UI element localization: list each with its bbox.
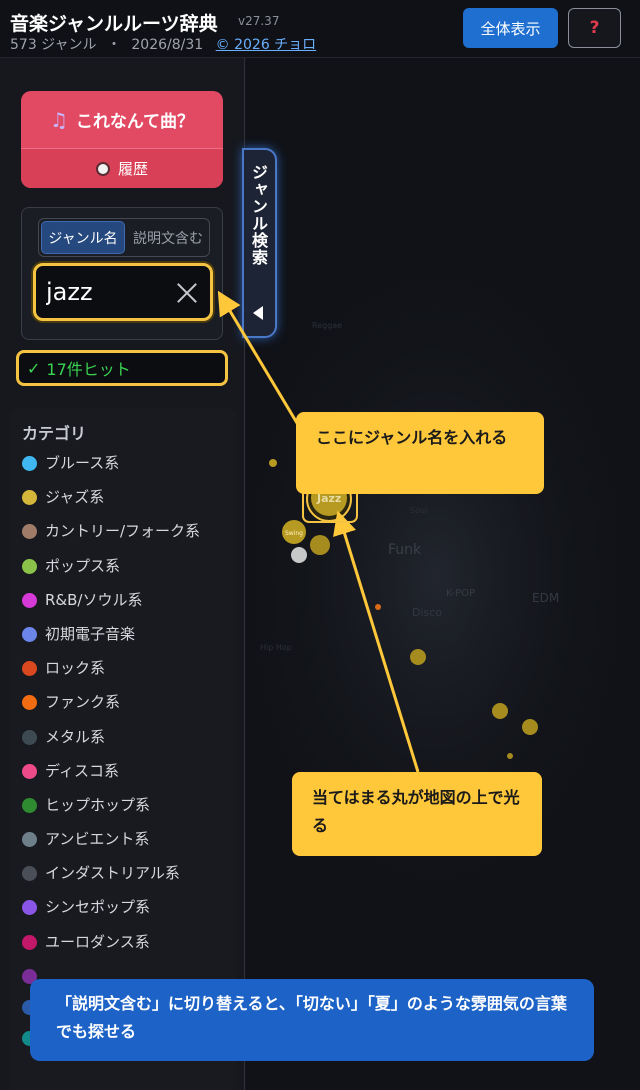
- jazz-node-5[interactable]: [410, 649, 426, 665]
- mode-genre-name[interactable]: ジャンル名: [41, 221, 125, 254]
- category-item[interactable]: アンビエント系: [22, 828, 232, 850]
- map-label-funk: Funk: [388, 542, 422, 558]
- genre-search-tab-label: ジャンル検索: [249, 164, 268, 266]
- category-item[interactable]: ポップス系: [22, 555, 232, 577]
- category-label: インダストリアル系: [45, 864, 180, 883]
- collapse-arrow-icon: [253, 306, 263, 320]
- category-heading: カテゴリ: [22, 424, 87, 443]
- map-label-disco: Disco: [412, 606, 442, 619]
- history-label: 履歴: [117, 160, 148, 178]
- category-color-dot: [22, 626, 37, 642]
- app-header: 音楽ジャンルルーツ辞典 v27.37 573 ジャンル ・ 2026/8/31 …: [0, 0, 640, 58]
- category-color-dot: [22, 456, 37, 471]
- search-mode-toggle: ジャンル名 説明文含む: [38, 218, 210, 257]
- jazz-node-3[interactable]: [291, 547, 307, 563]
- category-item[interactable]: メタル系: [22, 726, 232, 748]
- category-label: ファンク系: [45, 693, 121, 712]
- history-button[interactable]: 履歴: [21, 148, 223, 188]
- music-note-icon: ♫: [49, 107, 68, 132]
- map-label-edm: EDM: [532, 591, 559, 605]
- category-item[interactable]: ディスコ系: [22, 760, 232, 782]
- swing-node-label: Swing: [285, 530, 303, 537]
- identify-button[interactable]: ♫ これなんて曲？: [21, 91, 223, 148]
- category-label: 初期電子音楽: [45, 624, 136, 643]
- category-color-dot: [22, 490, 37, 506]
- category-label: ユーロダンス系: [45, 932, 150, 951]
- app-title: 音楽ジャンルルーツ辞典: [10, 13, 218, 35]
- category-list: ブルース系ジャズ系カントリー/フォーク系 ポップス系 R&B/ソウル系 初期電子音楽ロ…: [22, 452, 232, 1061]
- separator: ・: [106, 37, 121, 53]
- clear-icon[interactable]: [176, 282, 198, 304]
- identify-label: これなんて曲？: [75, 112, 195, 132]
- category-color-dot: [22, 797, 37, 813]
- category-item[interactable]: カントリー/フォーク系: [22, 520, 232, 542]
- map-label-reggae: Reggae: [312, 321, 342, 330]
- category-item[interactable]: ユーロダンス系: [22, 931, 232, 953]
- callout-search-hint: ここにジャンル名を入れる: [296, 412, 544, 494]
- category-item[interactable]: ブルース系: [22, 452, 232, 474]
- category-color-dot: [22, 832, 37, 848]
- genre-map[interactable]: Funk K-POP EDM Disco Hip Hop Soul Reggae…: [246, 58, 640, 1090]
- hit-count: 17件ヒット: [46, 360, 131, 379]
- map-label-soul: Soul: [410, 506, 427, 515]
- category-label: ポップス系: [45, 556, 121, 575]
- category-item[interactable]: ロック系: [22, 657, 232, 679]
- category-item[interactable]: インダストリアル系: [22, 862, 232, 884]
- category-color-dot: [22, 661, 37, 677]
- category-item[interactable]: ヒップホップ系: [22, 794, 232, 816]
- category-item[interactable]: ジャズ系: [22, 486, 232, 508]
- update-date: 2026/8/31: [131, 37, 204, 53]
- category-item[interactable]: R&B/ソウル系: [22, 589, 232, 611]
- jazz-node-2[interactable]: [310, 535, 330, 555]
- category-label: カントリー/フォーク系: [45, 522, 201, 541]
- description-mode-banner: 「説明文含む」に切り替えると、「切ない」「夏」のような雰囲気の言葉でも探せる: [30, 979, 594, 1061]
- category-color-dot: [22, 695, 37, 711]
- header-subline: 573 ジャンル ・ 2026/8/31 © 2026 チョロ: [10, 34, 316, 54]
- genre-search-tab[interactable]: ジャンル検索: [242, 148, 277, 338]
- search-input[interactable]: [46, 274, 166, 310]
- category-color-dot: [22, 524, 37, 540]
- map-label-kpop: K-POP: [446, 588, 475, 599]
- jazz-node-6[interactable]: [492, 703, 508, 719]
- hit-count-badge: ✓ 17件ヒット: [16, 350, 228, 386]
- category-label: ヒップホップ系: [45, 795, 151, 814]
- mode-description[interactable]: 説明文含む: [127, 219, 209, 256]
- category-color-dot: [22, 763, 37, 779]
- clock-icon: [95, 161, 110, 176]
- jazz-node-7[interactable]: [522, 719, 538, 735]
- callout-map-hint: 当てはまる丸が地図の上で光る: [292, 772, 542, 856]
- funk-node[interactable]: [375, 604, 381, 610]
- category-item[interactable]: シンセポップ系: [22, 896, 232, 918]
- identify-panel: ♫ これなんて曲？ 履歴: [21, 91, 223, 188]
- category-label: シンセポップ系: [45, 898, 151, 917]
- jazz-node-4[interactable]: [269, 459, 277, 467]
- category-label: アンビエント系: [45, 830, 150, 849]
- search-panel: ジャンル名 説明文含む: [21, 207, 223, 340]
- category-label: メタル系: [45, 727, 106, 746]
- search-field-wrapper: [33, 263, 213, 321]
- category-color-dot: [22, 866, 37, 882]
- overview-button[interactable]: 全体表示: [463, 8, 558, 48]
- jazz-node-8[interactable]: [507, 753, 513, 759]
- category-label: ロック系: [45, 659, 106, 678]
- category-color-dot: [22, 558, 37, 574]
- category-color-dot: [22, 934, 37, 950]
- app-version: v27.37: [238, 14, 280, 28]
- category-label: ブルース系: [45, 454, 120, 472]
- category-item[interactable]: ファンク系: [22, 691, 232, 713]
- category-color-dot: [22, 592, 37, 608]
- category-color-dot: [22, 729, 37, 745]
- sidebar: ♫ これなんて曲？ 履歴 ジャンル名 説明文含む ✓ 17件ヒット カテゴリ ブ…: [0, 58, 245, 1090]
- category-color-dot: [22, 900, 37, 916]
- map-canvas[interactable]: Funk K-POP EDM Disco Hip Hop Soul Reggae…: [246, 58, 640, 1090]
- help-button[interactable]: ?: [568, 8, 621, 48]
- category-label: ジャズ系: [45, 488, 105, 507]
- category-label: R&B/ソウル系: [45, 590, 143, 609]
- genre-count: 573 ジャンル: [10, 37, 97, 53]
- copyright-link[interactable]: © 2026 チョロ: [216, 37, 317, 53]
- check-icon: ✓: [27, 358, 41, 378]
- category-item[interactable]: 初期電子音楽: [22, 623, 232, 645]
- map-label-hiphop: Hip Hop: [260, 643, 292, 652]
- category-label: ディスコ系: [45, 761, 119, 780]
